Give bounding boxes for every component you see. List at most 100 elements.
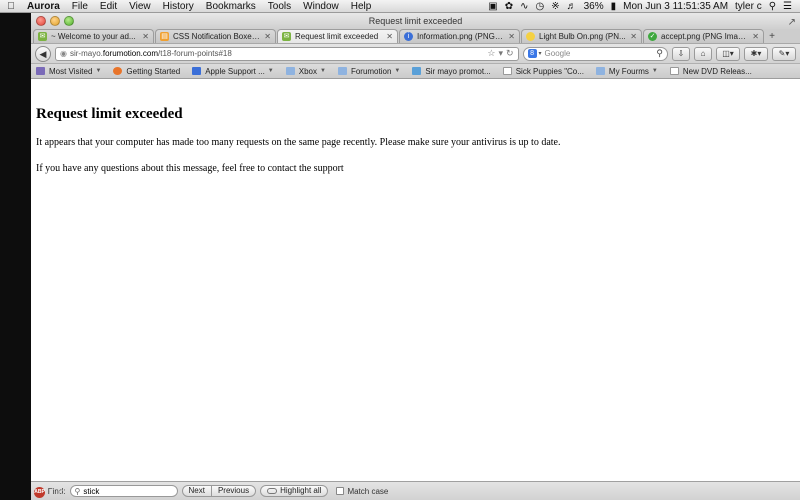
apple-menu-icon[interactable]:  — [0, 1, 22, 12]
menu-file[interactable]: File — [67, 1, 95, 12]
folder-icon: ▤ — [160, 32, 169, 41]
tab-accept-png[interactable]: ✓ accept.png (PNG Image... ✕ — [643, 29, 764, 43]
url-prefix: sir-mayo. — [69, 49, 103, 58]
tab-information-png[interactable]: i Information.png (PNG I... ✕ — [399, 29, 520, 43]
search-engine-dropdown-icon[interactable]: ▾ — [539, 50, 542, 57]
adblock-icon[interactable]: ABP — [34, 487, 45, 498]
tools-button[interactable]: ✎▾ — [772, 46, 796, 61]
url-bar[interactable]: ◉ sir-mayo.forumotion.com/t18-forum-poin… — [55, 46, 519, 61]
checkbox-box — [336, 487, 345, 495]
chevron-down-icon: ▼ — [267, 68, 274, 74]
bookmarks-toolbar: Most Visited ▼ Getting Started Apple Supp… — [31, 64, 800, 79]
tab-label: Information.png (PNG I... — [417, 32, 505, 41]
zoom-window-button[interactable] — [64, 16, 74, 26]
bookmark-xbox[interactable]: Xbox ▼ — [285, 66, 326, 76]
user-name[interactable]: tyler c — [735, 1, 762, 12]
menu-edit[interactable]: Edit — [95, 1, 124, 12]
volume-icon[interactable]: ♬ — [567, 1, 577, 12]
time-machine-icon[interactable]: ◷ — [535, 1, 544, 12]
desktop-background — [0, 13, 31, 500]
highlight-all-button[interactable]: Highlight all — [260, 485, 329, 497]
tab-request-limit[interactable]: ✉ Request limit exceeded ✕ — [277, 29, 398, 43]
paw-icon[interactable]: ✿ — [505, 1, 513, 12]
bookmark-sir-mayo[interactable]: Sir mayo promot... — [412, 67, 491, 76]
new-tab-button[interactable]: + — [765, 30, 779, 43]
sidebar-toggle-button[interactable]: ◫▾ — [716, 46, 740, 61]
menu-window[interactable]: Window — [298, 1, 346, 12]
page-title: Request limit exceeded — [36, 106, 183, 122]
battery-icon: ▮ — [610, 0, 617, 12]
highlight-all-label: Highlight all — [280, 486, 322, 495]
tab-close-icon[interactable]: ✕ — [386, 32, 393, 41]
error-message: It appears that your computer has made t… — [36, 137, 561, 148]
tab-label: Light Bulb On.png (PN... — [539, 32, 626, 41]
highlight-icon — [267, 488, 278, 494]
menu-history[interactable]: History — [158, 1, 201, 12]
find-previous-button[interactable]: Previous — [210, 486, 255, 496]
url-text[interactable]: sir-mayo.forumotion.com/t18-forum-points… — [70, 49, 484, 58]
bookmark-sick-puppies[interactable]: Sick Puppies "Co... — [502, 67, 584, 76]
tab-close-icon[interactable]: ✕ — [264, 32, 271, 41]
spotlight-icon[interactable]: ⚲ — [769, 1, 776, 12]
bookmark-label: Xbox — [298, 66, 317, 76]
bookmark-new-dvd[interactable]: New DVD Releas... — [669, 67, 752, 76]
bookmark-most-visited[interactable]: Most Visited ▼ — [36, 67, 101, 76]
chevron-down-icon[interactable]: ▾ — [49, 488, 53, 497]
bookmark-star-icon[interactable]: ☆ — [487, 48, 495, 59]
search-icon[interactable]: ⚲ — [656, 48, 663, 59]
tab-welcome[interactable]: ✉ ~ Welcome to your ad... ✕ — [33, 29, 154, 43]
find-nav-buttons: Next Previous — [181, 485, 257, 497]
notification-center-icon[interactable]: ☰ — [783, 1, 792, 12]
close-window-button[interactable] — [36, 16, 46, 26]
tab-close-icon[interactable]: ✕ — [752, 32, 759, 41]
back-button[interactable]: ◀ — [35, 45, 51, 62]
tab-bar: ✉ ~ Welcome to your ad... ✕ ▤ CSS Notifi… — [31, 29, 800, 44]
tab-close-icon[interactable]: ✕ — [630, 32, 637, 41]
search-engine-icon[interactable]: 8 — [527, 49, 537, 58]
most-visited-icon — [36, 67, 45, 75]
menu-view[interactable]: View — [124, 1, 158, 12]
chevron-down-icon: ▼ — [394, 68, 401, 74]
clock[interactable]: Mon Jun 3 11:51:35 AM — [623, 1, 728, 12]
menu-aurora[interactable]: Aurora — [22, 1, 67, 12]
match-case-checkbox[interactable]: Match case — [336, 487, 388, 496]
dropdown-arrow-icon[interactable]: ▾ — [498, 48, 503, 59]
addon-button[interactable]: ✱▾ — [744, 46, 768, 61]
bookmark-getting-started[interactable]: Getting Started — [113, 67, 180, 76]
wifi-icon[interactable]: ∿ — [520, 1, 528, 12]
tab-label: CSS Notification Boxes ... — [173, 32, 261, 41]
bluetooth-icon[interactable]: ※ — [551, 1, 559, 12]
speech-bubble-icon: ✉ — [282, 32, 291, 41]
tab-close-icon[interactable]: ✕ — [142, 32, 149, 41]
find-next-button[interactable]: Next — [183, 486, 211, 496]
info-icon: i — [404, 32, 413, 41]
menu-help[interactable]: Help — [346, 1, 379, 12]
menu-bookmarks[interactable]: Bookmarks — [201, 1, 263, 12]
search-placeholder: Google — [544, 49, 571, 58]
bookmark-label: Apple Support ... — [205, 66, 265, 76]
tab-light-bulb-png[interactable]: Light Bulb On.png (PN... ✕ — [521, 29, 642, 43]
close-icon[interactable]: ✕ — [57, 488, 64, 497]
window-title: Request limit exceeded — [368, 16, 463, 26]
menu-tools[interactable]: Tools — [263, 1, 298, 12]
window-titlebar: Request limit exceeded ↗ — [31, 13, 800, 29]
home-button[interactable]: ⌂ — [694, 46, 712, 61]
apple-support-icon — [192, 67, 202, 75]
downloads-button[interactable]: ⇩ — [672, 46, 690, 61]
tab-label: ~ Welcome to your ad... — [51, 32, 136, 41]
bookmark-apple-support[interactable]: Apple Support ... ▼ — [192, 67, 274, 76]
reload-icon[interactable]: ↻ — [506, 48, 514, 59]
folder-icon — [285, 67, 295, 75]
battery-percent[interactable]: 36% — [584, 1, 604, 12]
globe-icon[interactable]: ◉ — [60, 49, 67, 58]
tab-css-notification[interactable]: ▤ CSS Notification Boxes ... ✕ — [155, 29, 276, 43]
addon-status-bar: ABP ▾ ✕ — [31, 485, 91, 500]
url-domain: forumotion.com — [102, 49, 159, 58]
bookmark-my-fourms[interactable]: My Fourms ▼ — [595, 67, 658, 76]
match-case-label: Match case — [347, 486, 389, 496]
menubar-app-icon[interactable]: ▣ — [488, 1, 497, 12]
search-bar[interactable]: 8 ▾ Google ⚲ — [522, 46, 668, 61]
tab-close-icon[interactable]: ✕ — [508, 32, 515, 41]
minimize-window-button[interactable] — [50, 16, 60, 26]
bookmark-forumotion[interactable]: Forumotion ▼ — [337, 67, 401, 76]
